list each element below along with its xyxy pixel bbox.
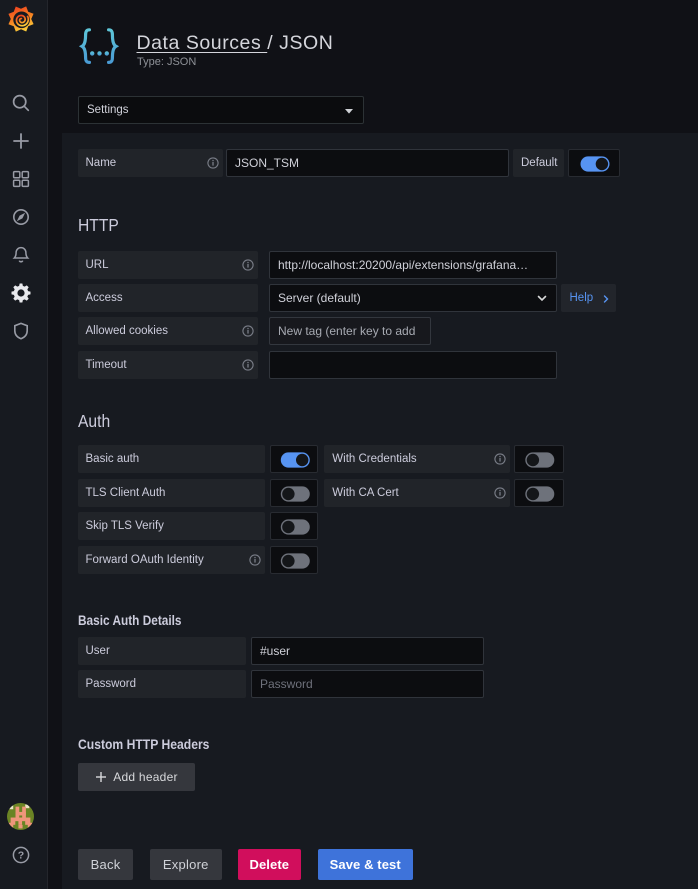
svg-text:?: ? (17, 849, 23, 861)
